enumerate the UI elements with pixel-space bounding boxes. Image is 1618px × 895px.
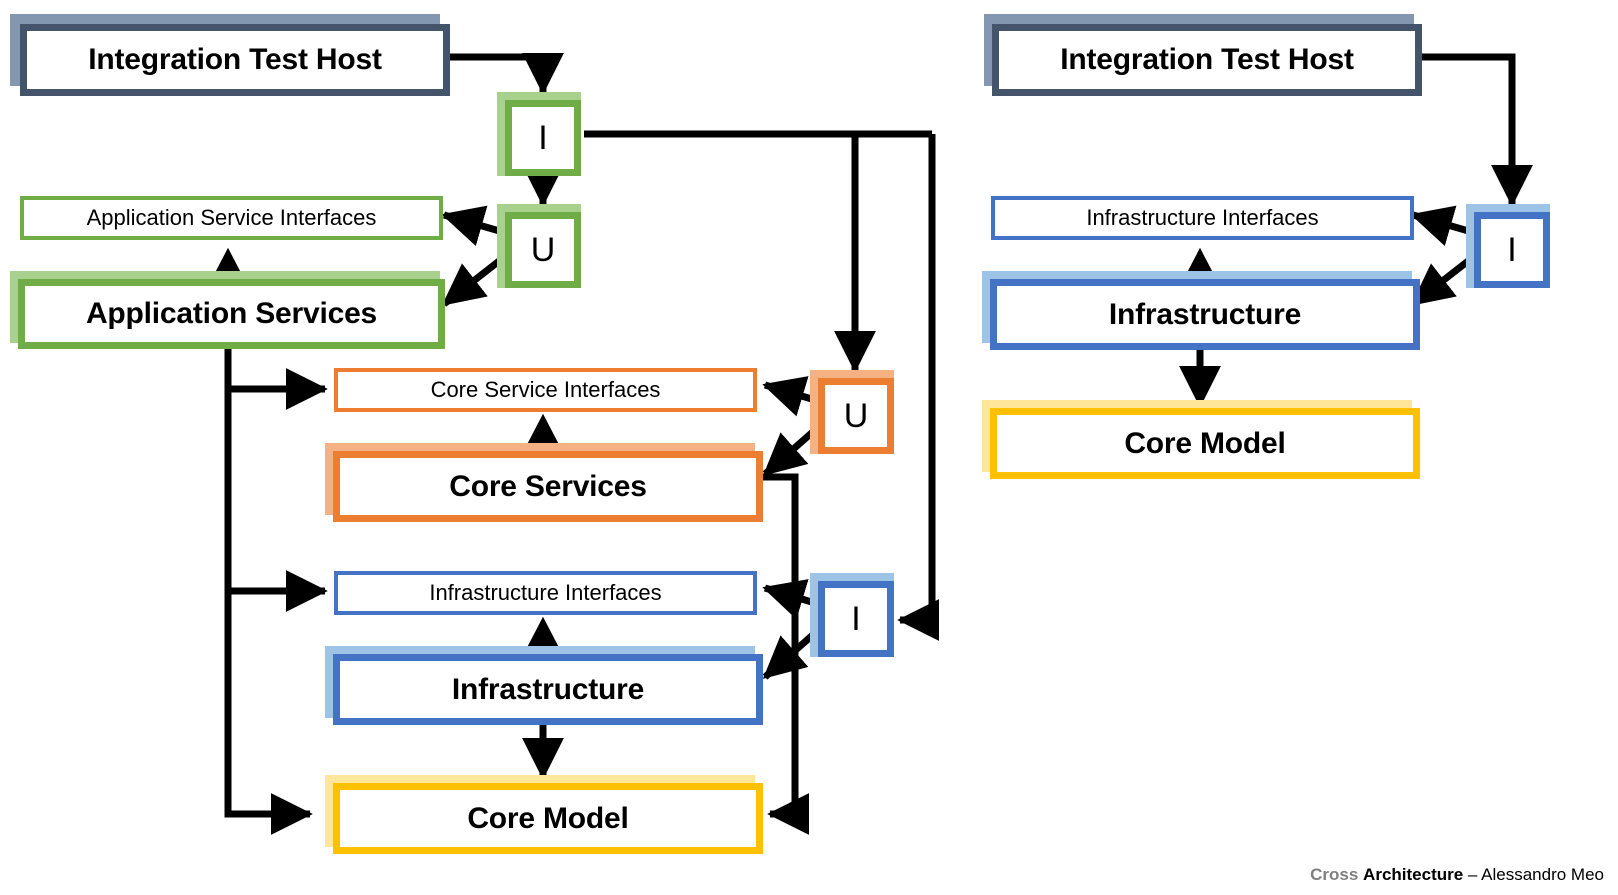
wire-core-u-to-core-services xyxy=(762,427,818,477)
left-node-core-services[interactable]: Core Services xyxy=(333,451,763,522)
right-node-infrastructure[interactable]: Infrastructure xyxy=(990,279,1420,350)
credit-author: Alessandro Meo xyxy=(1481,865,1604,884)
left-node-infrastructure-interfaces[interactable]: Infrastructure Interfaces xyxy=(334,571,757,615)
wire-infra-i-to-infrastructure xyxy=(762,630,818,680)
wire-right-host-to-i xyxy=(1414,53,1533,207)
wire-host-to-app-i xyxy=(443,52,564,95)
wire-core-services-to-core-model xyxy=(762,473,810,835)
wire-infra-i-to-infra-interfaces xyxy=(762,579,817,620)
left-badge-infra-i[interactable]: I xyxy=(818,581,894,657)
wire-right-i-to-infrastructure xyxy=(1410,255,1475,307)
credit-cross: Cross xyxy=(1310,865,1359,884)
wire-app-i-to-infra-i xyxy=(897,134,940,641)
left-node-core-service-interfaces[interactable]: Core Service Interfaces xyxy=(334,368,757,412)
wire-core-u-to-core-interfaces xyxy=(762,376,817,417)
left-node-integration-test-host[interactable]: Integration Test Host xyxy=(20,24,450,96)
right-node-integration-test-host[interactable]: Integration Test Host xyxy=(992,24,1422,96)
left-node-application-service-interfaces[interactable]: Application Service Interfaces xyxy=(20,196,443,240)
right-badge-i[interactable]: I xyxy=(1474,212,1550,288)
wire-app-services-to-core-model xyxy=(224,348,313,835)
wire-app-u-to-app-services xyxy=(441,255,506,307)
footer-credit: Cross Architecture – Alessandro Meo xyxy=(1310,865,1604,885)
diagram-canvas: Integration Test Host I U Application Se… xyxy=(0,0,1618,895)
left-node-application-services[interactable]: Application Services xyxy=(18,279,445,349)
left-node-infrastructure[interactable]: Infrastructure xyxy=(333,654,763,725)
left-badge-core-u[interactable]: U xyxy=(818,378,894,454)
left-badge-app-i[interactable]: I xyxy=(505,100,581,176)
wire-app-u-to-app-interfaces xyxy=(441,205,504,247)
left-node-core-model[interactable]: Core Model xyxy=(333,783,763,854)
right-node-core-model[interactable]: Core Model xyxy=(990,408,1420,479)
credit-architecture: Architecture xyxy=(1363,865,1464,884)
wire-right-i-to-infra-interfaces xyxy=(1410,205,1473,247)
credit-separator: – xyxy=(1463,865,1482,884)
right-node-infrastructure-interfaces[interactable]: Infrastructure Interfaces xyxy=(991,196,1414,240)
left-badge-app-u[interactable]: U xyxy=(505,212,581,288)
